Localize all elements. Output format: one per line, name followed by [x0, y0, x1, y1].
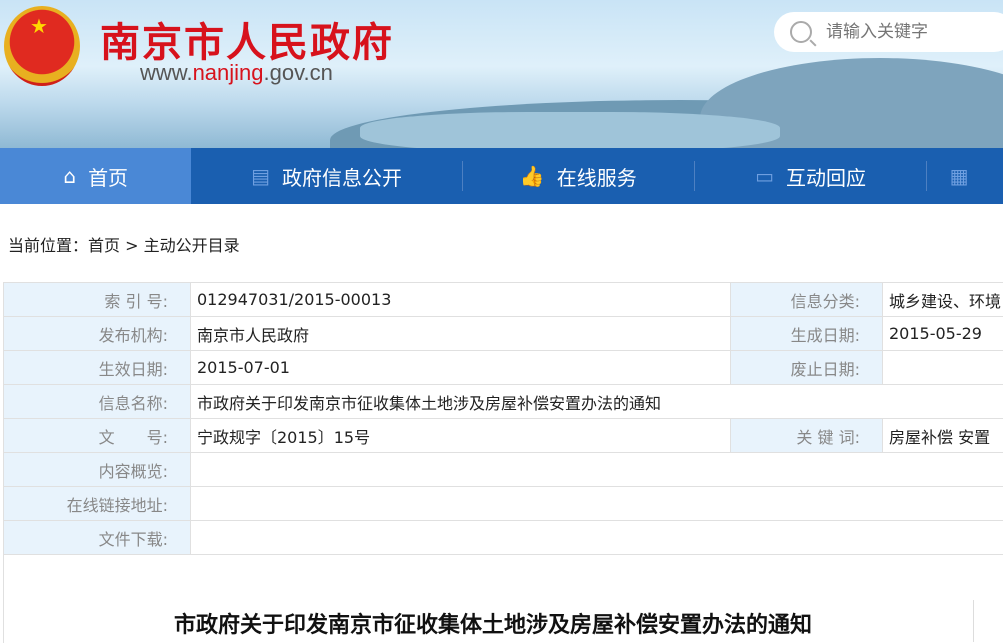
keywords-value: 房屋补偿 安置 — [883, 419, 1003, 453]
created-value: 2015-05-29 — [883, 317, 1003, 351]
table-row: 索 引 号:012947031/2015-00013信息分类:城乡建设、环境 — [4, 283, 1003, 317]
category-label: 信息分类: — [731, 283, 883, 317]
index-label: 索 引 号: — [4, 283, 191, 317]
summary-value — [191, 453, 1003, 487]
search-input[interactable] — [826, 22, 996, 42]
table-row: 信息名称:市政府关于印发南京市征收集体土地涉及房屋补偿安置办法的通知 — [4, 385, 1003, 419]
search-box[interactable] — [774, 12, 1003, 52]
nav-label: 互动回应 — [786, 162, 866, 191]
docno-label: 文 号: — [4, 419, 191, 453]
table-row: 在线链接地址: — [4, 487, 1003, 521]
document-title: 市政府关于印发南京市征收集体土地涉及房屋补偿安置办法的通知 — [0, 607, 986, 639]
chat-icon: ▭ — [755, 164, 774, 188]
docno-value: 宁政规字〔2015〕15号 — [191, 419, 731, 453]
building-icon: ▦ — [950, 164, 969, 188]
breadcrumb: 当前位置：首页 > 主动公开目录 — [8, 232, 240, 256]
search-icon[interactable] — [790, 21, 812, 43]
nav-interaction[interactable]: ▭ 互动回应 — [695, 148, 926, 204]
nav-online-service[interactable]: 👍 在线服务 — [463, 148, 694, 204]
newspaper-icon: ▤ — [251, 164, 270, 188]
header-banner: ★ 南京市人民政府 www.nanjing.gov.cn — [0, 0, 1003, 148]
category-value: 城乡建设、环境 — [883, 283, 1003, 317]
nav-gov-info[interactable]: ▤ 政府信息公开 — [191, 148, 461, 204]
breadcrumb-separator: > — [120, 236, 144, 255]
thumbs-up-icon: 👍 — [520, 164, 545, 188]
nav-label: 在线服务 — [557, 162, 637, 191]
summary-label: 内容概览: — [4, 453, 191, 487]
repealed-value — [883, 351, 1003, 385]
publisher-value: 南京市人民政府 — [191, 317, 731, 351]
table-row: 生效日期:2015-07-01废止日期: — [4, 351, 1003, 385]
nav-more[interactable]: ▦ — [927, 148, 1003, 204]
effective-value: 2015-07-01 — [191, 351, 731, 385]
table-row: 内容概览: — [4, 453, 1003, 487]
created-label: 生成日期: — [731, 317, 883, 351]
download-value[interactable] — [191, 521, 1003, 555]
info-table: 索 引 号:012947031/2015-00013信息分类:城乡建设、环境 发… — [3, 282, 1003, 555]
nav-label: 首页 — [88, 162, 128, 191]
index-value: 012947031/2015-00013 — [191, 283, 731, 317]
effective-label: 生效日期: — [4, 351, 191, 385]
nav-home[interactable]: ⌂ 首页 — [0, 148, 191, 204]
home-icon: ⌂ — [63, 164, 76, 188]
repealed-label: 废止日期: — [731, 351, 883, 385]
link-value[interactable] — [191, 487, 1003, 521]
breadcrumb-home-link[interactable]: 首页 — [88, 236, 120, 255]
table-row: 文 号:宁政规字〔2015〕15号关 键 词:房屋补偿 安置 — [4, 419, 1003, 453]
publisher-label: 发布机构: — [4, 317, 191, 351]
name-label: 信息名称: — [4, 385, 191, 419]
site-url: www.nanjing.gov.cn — [140, 60, 333, 86]
nav-label: 政府信息公开 — [282, 162, 402, 191]
name-value: 市政府关于印发南京市征收集体土地涉及房屋补偿安置办法的通知 — [191, 385, 1003, 419]
keywords-label: 关 键 词: — [731, 419, 883, 453]
download-label: 文件下载: — [4, 521, 191, 555]
table-row: 发布机构:南京市人民政府生成日期:2015-05-29 — [4, 317, 1003, 351]
national-emblem-logo: ★ — [4, 6, 80, 86]
link-label: 在线链接地址: — [4, 487, 191, 521]
breadcrumb-current[interactable]: 主动公开目录 — [144, 236, 240, 255]
table-row: 文件下载: — [4, 521, 1003, 555]
main-nav: ⌂ 首页 ▤ 政府信息公开 👍 在线服务 ▭ 互动回应 ▦ — [0, 148, 1003, 204]
breadcrumb-prefix: 当前位置： — [8, 236, 88, 255]
